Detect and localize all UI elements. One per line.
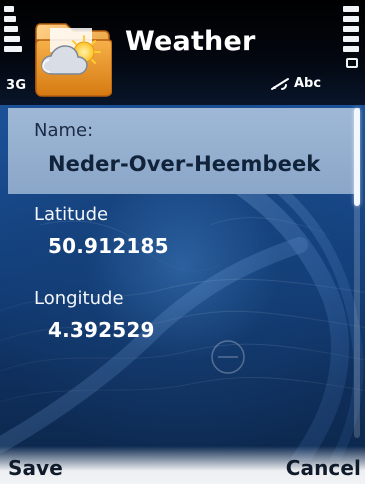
network-type-label: 3G: [6, 78, 27, 93]
screen: 3G Weather Abc Name: Neder-Over-Heembeek…: [0, 0, 365, 484]
name-field[interactable]: Name: Neder-Over-Heembeek: [8, 108, 360, 194]
input-mode-label: Abc: [294, 76, 322, 91]
weather-folder-icon: [35, 23, 112, 97]
pen-input-icon: [271, 77, 289, 90]
location-form: Name: Neder-Over-Heembeek Latitude 50.91…: [8, 108, 360, 456]
name-value: Neder-Over-Heembeek: [48, 152, 321, 176]
input-mode-indicator: Abc: [270, 76, 321, 91]
signal-strength-icon: [4, 6, 26, 66]
app-title: Weather: [125, 26, 256, 57]
cancel-softkey[interactable]: Cancel: [286, 456, 361, 480]
latitude-field[interactable]: Latitude 50.912185: [8, 204, 360, 284]
latitude-value: 50.912185: [48, 234, 169, 258]
scrollbar-thumb[interactable]: [354, 108, 360, 206]
save-softkey[interactable]: Save: [8, 456, 63, 480]
battery-level-icon: [337, 6, 359, 68]
longitude-value: 4.392529: [48, 318, 155, 342]
status-bar: 3G Weather Abc: [0, 0, 365, 105]
softkey-bar: Save Cancel: [0, 446, 365, 484]
longitude-label: Longitude: [34, 288, 124, 309]
name-label: Name:: [34, 120, 94, 141]
longitude-field[interactable]: Longitude 4.392529: [8, 288, 360, 368]
latitude-label: Latitude: [34, 204, 109, 225]
